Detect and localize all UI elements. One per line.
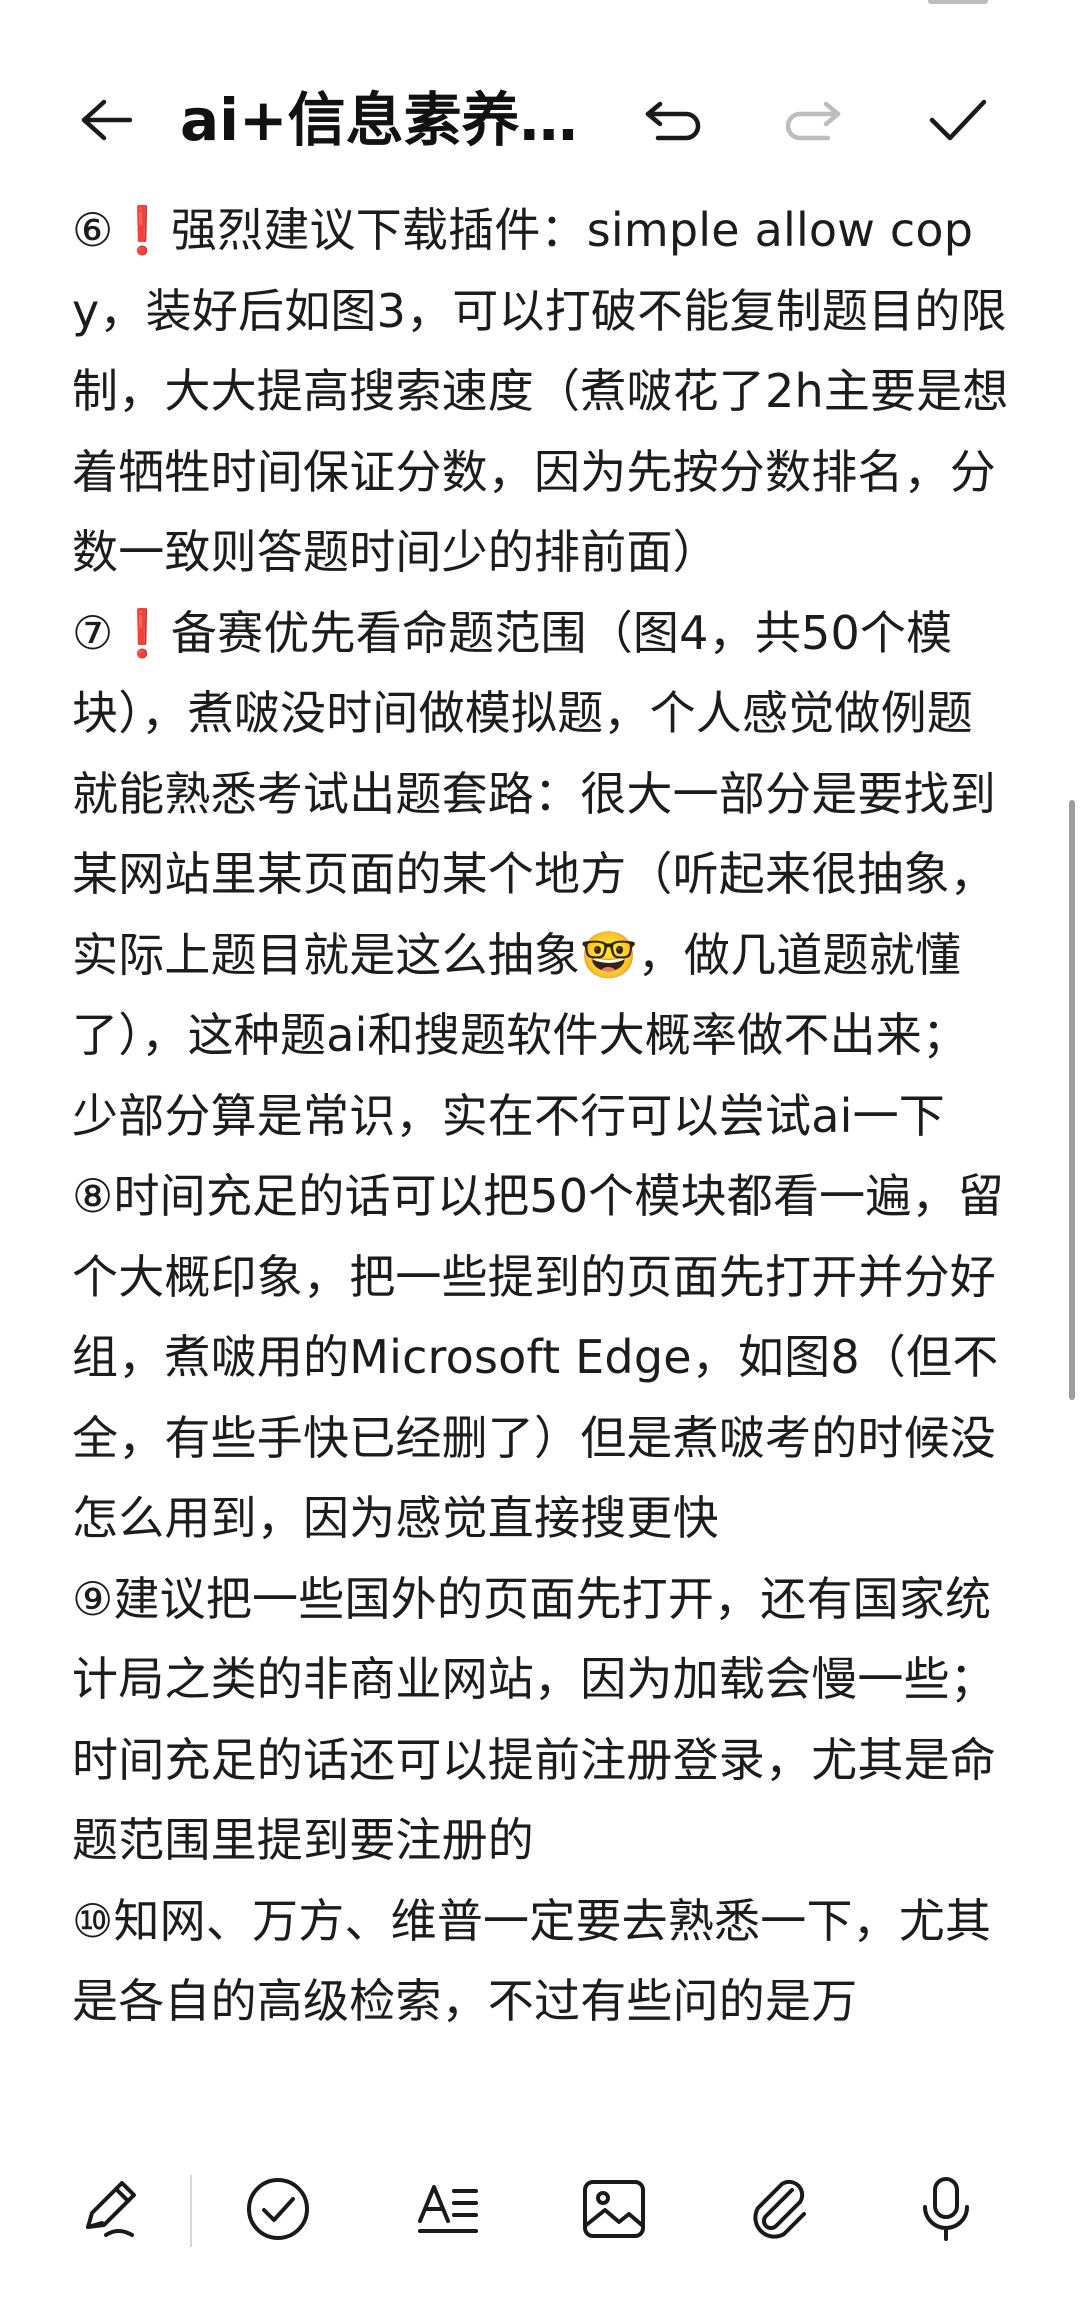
undo-icon bbox=[642, 96, 706, 144]
microphone-icon bbox=[918, 2175, 974, 2247]
status-bar-fragment bbox=[928, 0, 988, 4]
paragraph-7: ⑦❗备赛优先看命题范围（图4，共50个模块），煮啵没时间做模拟题，个人感觉做例题… bbox=[72, 605, 996, 1143]
editor-toolbar bbox=[0, 2125, 1080, 2303]
attach-file-button[interactable] bbox=[730, 2161, 830, 2261]
voice-input-button[interactable] bbox=[896, 2161, 996, 2261]
toolbar-divider bbox=[190, 2175, 192, 2247]
check-circle-icon bbox=[244, 2175, 312, 2247]
scrollbar[interactable] bbox=[1069, 800, 1075, 1400]
checkmark-icon bbox=[928, 96, 988, 144]
done-button[interactable] bbox=[908, 70, 1008, 170]
checklist-button[interactable] bbox=[228, 2161, 328, 2261]
paragraph-9: ⑨建议把一些国外的页面先打开，还有国家统计局之类的非商业网站，因为加载会慢一些；… bbox=[72, 1571, 996, 1868]
document-title[interactable]: ai+信息素养… bbox=[180, 82, 600, 158]
text-format-icon bbox=[414, 2177, 482, 2245]
attachment-icon bbox=[748, 2176, 812, 2246]
image-icon bbox=[581, 2178, 647, 2244]
redo-button bbox=[762, 70, 862, 170]
handwriting-button[interactable] bbox=[60, 2161, 160, 2261]
arrow-left-icon bbox=[78, 96, 134, 144]
redo-icon bbox=[780, 96, 844, 144]
note-body[interactable]: ⑥❗强烈建议下载插件：simple allow copy，装好后如图3，可以打破… bbox=[72, 190, 1010, 2125]
undo-button[interactable] bbox=[624, 70, 724, 170]
pen-icon bbox=[78, 2177, 142, 2245]
paragraph-10: ⑩知网、万方、维普一定要去熟悉一下，尤其是各自的高级检索，不过有些问的是万 bbox=[72, 1893, 992, 2029]
back-button[interactable] bbox=[56, 70, 156, 170]
paragraph-8: ⑧时间充足的话可以把50个模块都看一遍，留个大概印象，把一些提到的页面先打开并分… bbox=[72, 1169, 1004, 1545]
title-bar: ai+信息素养… bbox=[0, 0, 1080, 190]
paragraph-6: ⑥❗强烈建议下载插件：simple allow copy，装好后如图3，可以打破… bbox=[72, 203, 1009, 579]
text-format-button[interactable] bbox=[398, 2161, 498, 2261]
insert-image-button[interactable] bbox=[564, 2161, 664, 2261]
